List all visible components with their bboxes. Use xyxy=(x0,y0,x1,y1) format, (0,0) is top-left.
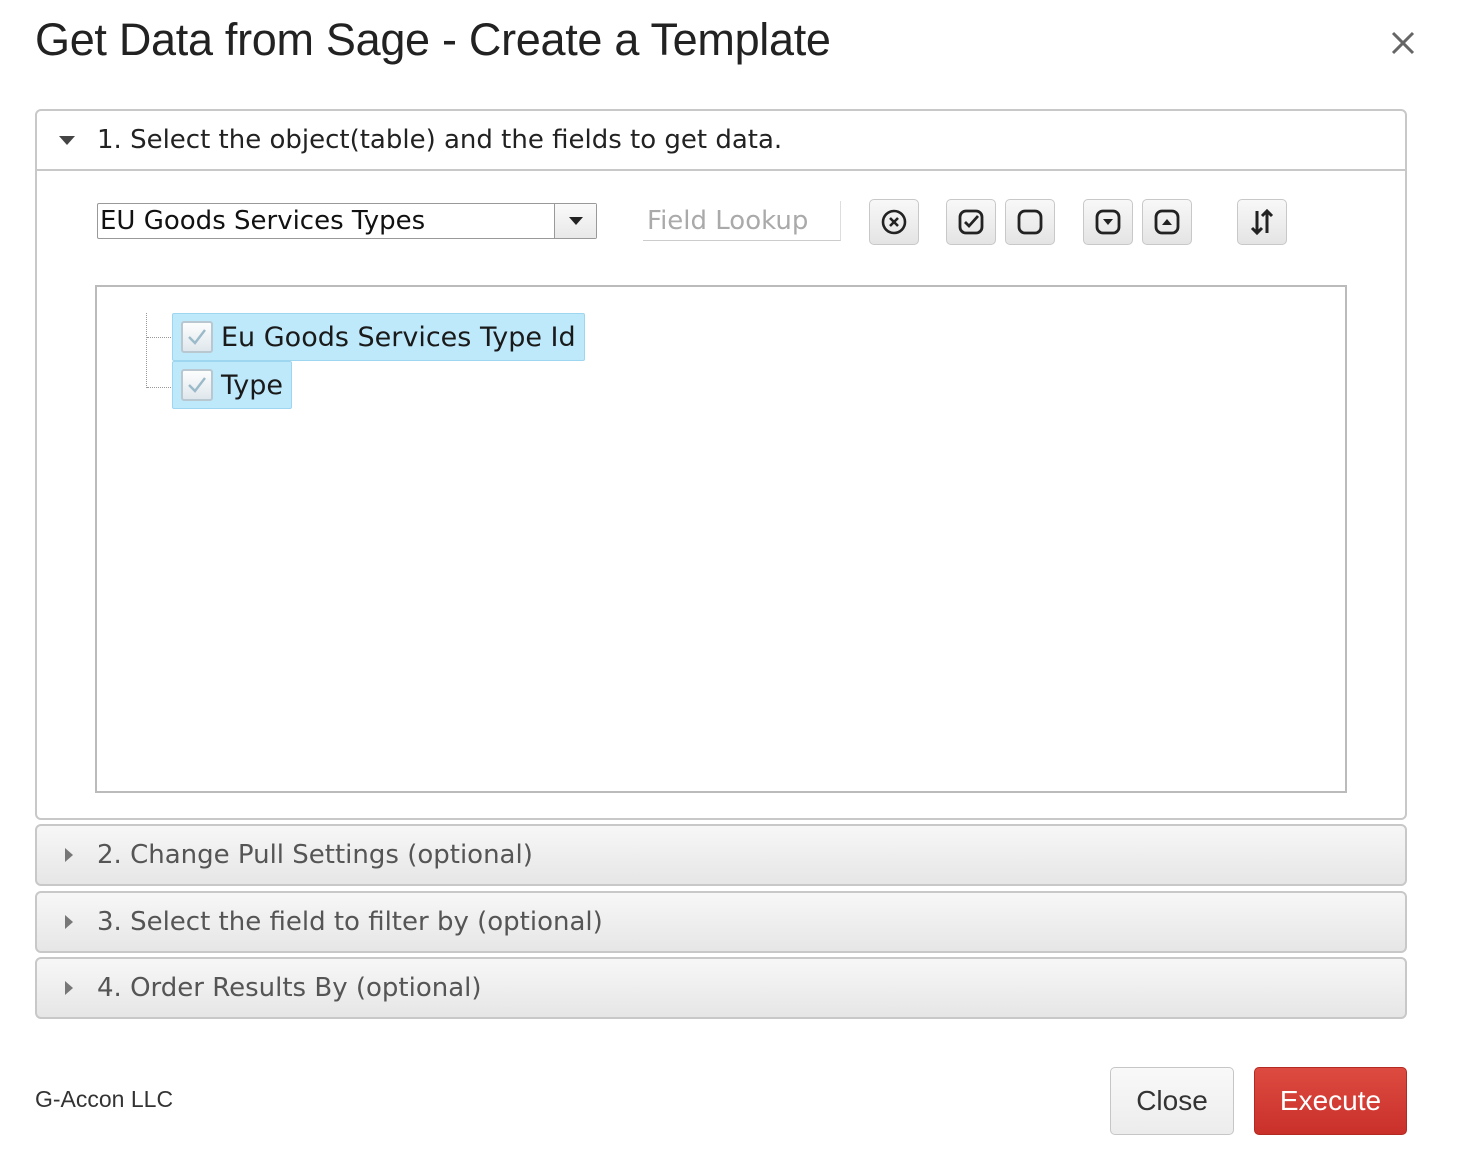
uncheck-all-icon xyxy=(1017,209,1043,235)
sort-button[interactable] xyxy=(1237,199,1287,245)
uncheck-all-button[interactable] xyxy=(1005,199,1055,245)
check-all-button[interactable] xyxy=(946,199,996,245)
section-3-header[interactable]: 3. Select the field to filter by (option… xyxy=(37,893,1405,951)
dropdown-arrow-icon[interactable] xyxy=(554,204,596,238)
section-4-header[interactable]: 4. Order Results By (optional) xyxy=(37,959,1405,1017)
checkbox-checked-icon[interactable] xyxy=(181,369,213,401)
section-order-results[interactable]: 4. Order Results By (optional) xyxy=(35,957,1407,1019)
section-1-header[interactable]: 1. Select the object(table) and the fiel… xyxy=(37,111,1405,171)
expand-all-icon xyxy=(1095,209,1121,235)
tree-node-label: Eu Goods Services Type Id xyxy=(221,321,576,353)
expand-all-button[interactable] xyxy=(1083,199,1133,245)
execute-button[interactable]: Execute xyxy=(1254,1067,1407,1135)
caret-down-icon xyxy=(59,135,75,145)
section-3-title: 3. Select the field to filter by (option… xyxy=(97,907,603,937)
object-select[interactable]: EU Goods Services Types xyxy=(97,203,597,239)
sort-icon xyxy=(1250,208,1274,236)
section-pull-settings[interactable]: 2. Change Pull Settings (optional) xyxy=(35,824,1407,886)
tree-connector xyxy=(147,387,173,388)
caret-right-icon xyxy=(65,981,73,995)
collapse-all-button[interactable] xyxy=(1142,199,1192,245)
caret-right-icon xyxy=(65,848,73,862)
close-icon[interactable] xyxy=(1384,24,1422,62)
tree-connector xyxy=(146,313,147,388)
section-4-title: 4. Order Results By (optional) xyxy=(97,973,482,1003)
close-button[interactable]: Close xyxy=(1110,1067,1234,1135)
clear-button[interactable] xyxy=(869,199,919,245)
dialog-title: Get Data from Sage - Create a Template xyxy=(35,14,831,65)
fields-tree: Eu Goods Services Type Id Type xyxy=(95,285,1347,793)
check-all-icon xyxy=(958,209,984,235)
section-filter[interactable]: 3. Select the field to filter by (option… xyxy=(35,891,1407,953)
collapse-all-icon xyxy=(1154,209,1180,235)
tree-node-eu-goods-services-type-id[interactable]: Eu Goods Services Type Id xyxy=(172,313,585,361)
checkbox-checked-icon[interactable] xyxy=(181,321,213,353)
section-select-object: 1. Select the object(table) and the fiel… xyxy=(35,109,1407,820)
tree-node-label: Type xyxy=(221,369,284,401)
tree-connector xyxy=(147,337,173,338)
section-2-title: 2. Change Pull Settings (optional) xyxy=(97,840,533,870)
section-2-header[interactable]: 2. Change Pull Settings (optional) xyxy=(37,826,1405,884)
section-1-title: 1. Select the object(table) and the fiel… xyxy=(97,125,783,155)
object-select-value: EU Goods Services Types xyxy=(100,206,426,236)
clear-circle-x-icon xyxy=(881,209,907,235)
field-lookup-input[interactable] xyxy=(643,201,841,241)
tree-node-type[interactable]: Type xyxy=(172,361,293,409)
caret-right-icon xyxy=(65,915,73,929)
brand-label: G-Accon LLC xyxy=(35,1086,174,1112)
